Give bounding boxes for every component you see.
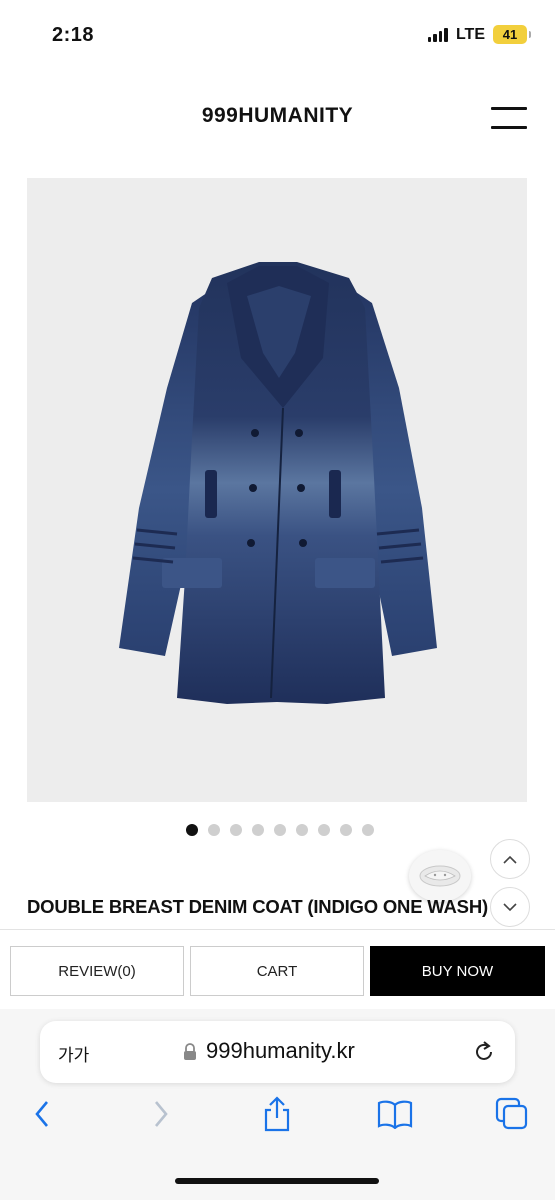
gallery-dot[interactable] (340, 824, 352, 836)
reload-icon[interactable] (471, 1039, 497, 1065)
scroll-up-button[interactable] (490, 839, 530, 879)
tabs-icon[interactable] (492, 1094, 532, 1134)
gallery-dot[interactable] (318, 824, 330, 836)
chat-character-icon (419, 865, 461, 887)
url-text[interactable]: 999humanity.kr (206, 1038, 355, 1064)
gallery-dot[interactable] (362, 824, 374, 836)
brand-logo[interactable]: 999HUMANITY (0, 104, 555, 128)
product-action-bar: REVIEW(0) CART BUY NOW (0, 929, 555, 1009)
status-bar: 2:18 LTE 41 (0, 0, 555, 72)
lock-icon (184, 1043, 196, 1060)
gallery-dot[interactable] (252, 824, 264, 836)
text-size-button[interactable]: 가가 (58, 1041, 89, 1066)
chevron-down-icon (503, 902, 517, 911)
gallery-dot[interactable] (230, 824, 242, 836)
chevron-up-icon (503, 855, 517, 864)
back-icon[interactable] (22, 1094, 62, 1134)
signal-icon (427, 27, 448, 42)
share-icon[interactable] (257, 1094, 297, 1134)
site-header: 999HUMANITY (0, 96, 555, 140)
address-bar[interactable]: 가가 999humanity.kr (40, 1021, 515, 1083)
network-label: LTE (455, 25, 485, 43)
home-indicator (175, 1178, 379, 1184)
gallery-dot[interactable] (274, 824, 286, 836)
battery-icon: 41 (493, 25, 531, 44)
status-indicators: LTE 41 (427, 25, 531, 44)
hamburger-menu-icon[interactable] (491, 107, 527, 129)
cart-button[interactable]: CART (190, 946, 364, 996)
gallery-pagination (0, 824, 555, 836)
forward-icon[interactable] (141, 1094, 181, 1134)
product-image[interactable] (27, 178, 527, 802)
gallery-dot[interactable] (186, 824, 198, 836)
gallery-dot[interactable] (208, 824, 220, 836)
bookmarks-icon[interactable] (375, 1094, 415, 1134)
product-title: DOUBLE BREAST DENIM COAT (INDIGO ONE WAS… (27, 896, 488, 917)
gallery-dot[interactable] (296, 824, 308, 836)
buy-now-button[interactable]: BUY NOW (370, 946, 545, 996)
denim-coat-image (119, 262, 437, 704)
status-time: 2:18 (52, 24, 95, 46)
review-button[interactable]: REVIEW(0) (10, 946, 184, 996)
floating-chat-button[interactable] (409, 850, 471, 902)
